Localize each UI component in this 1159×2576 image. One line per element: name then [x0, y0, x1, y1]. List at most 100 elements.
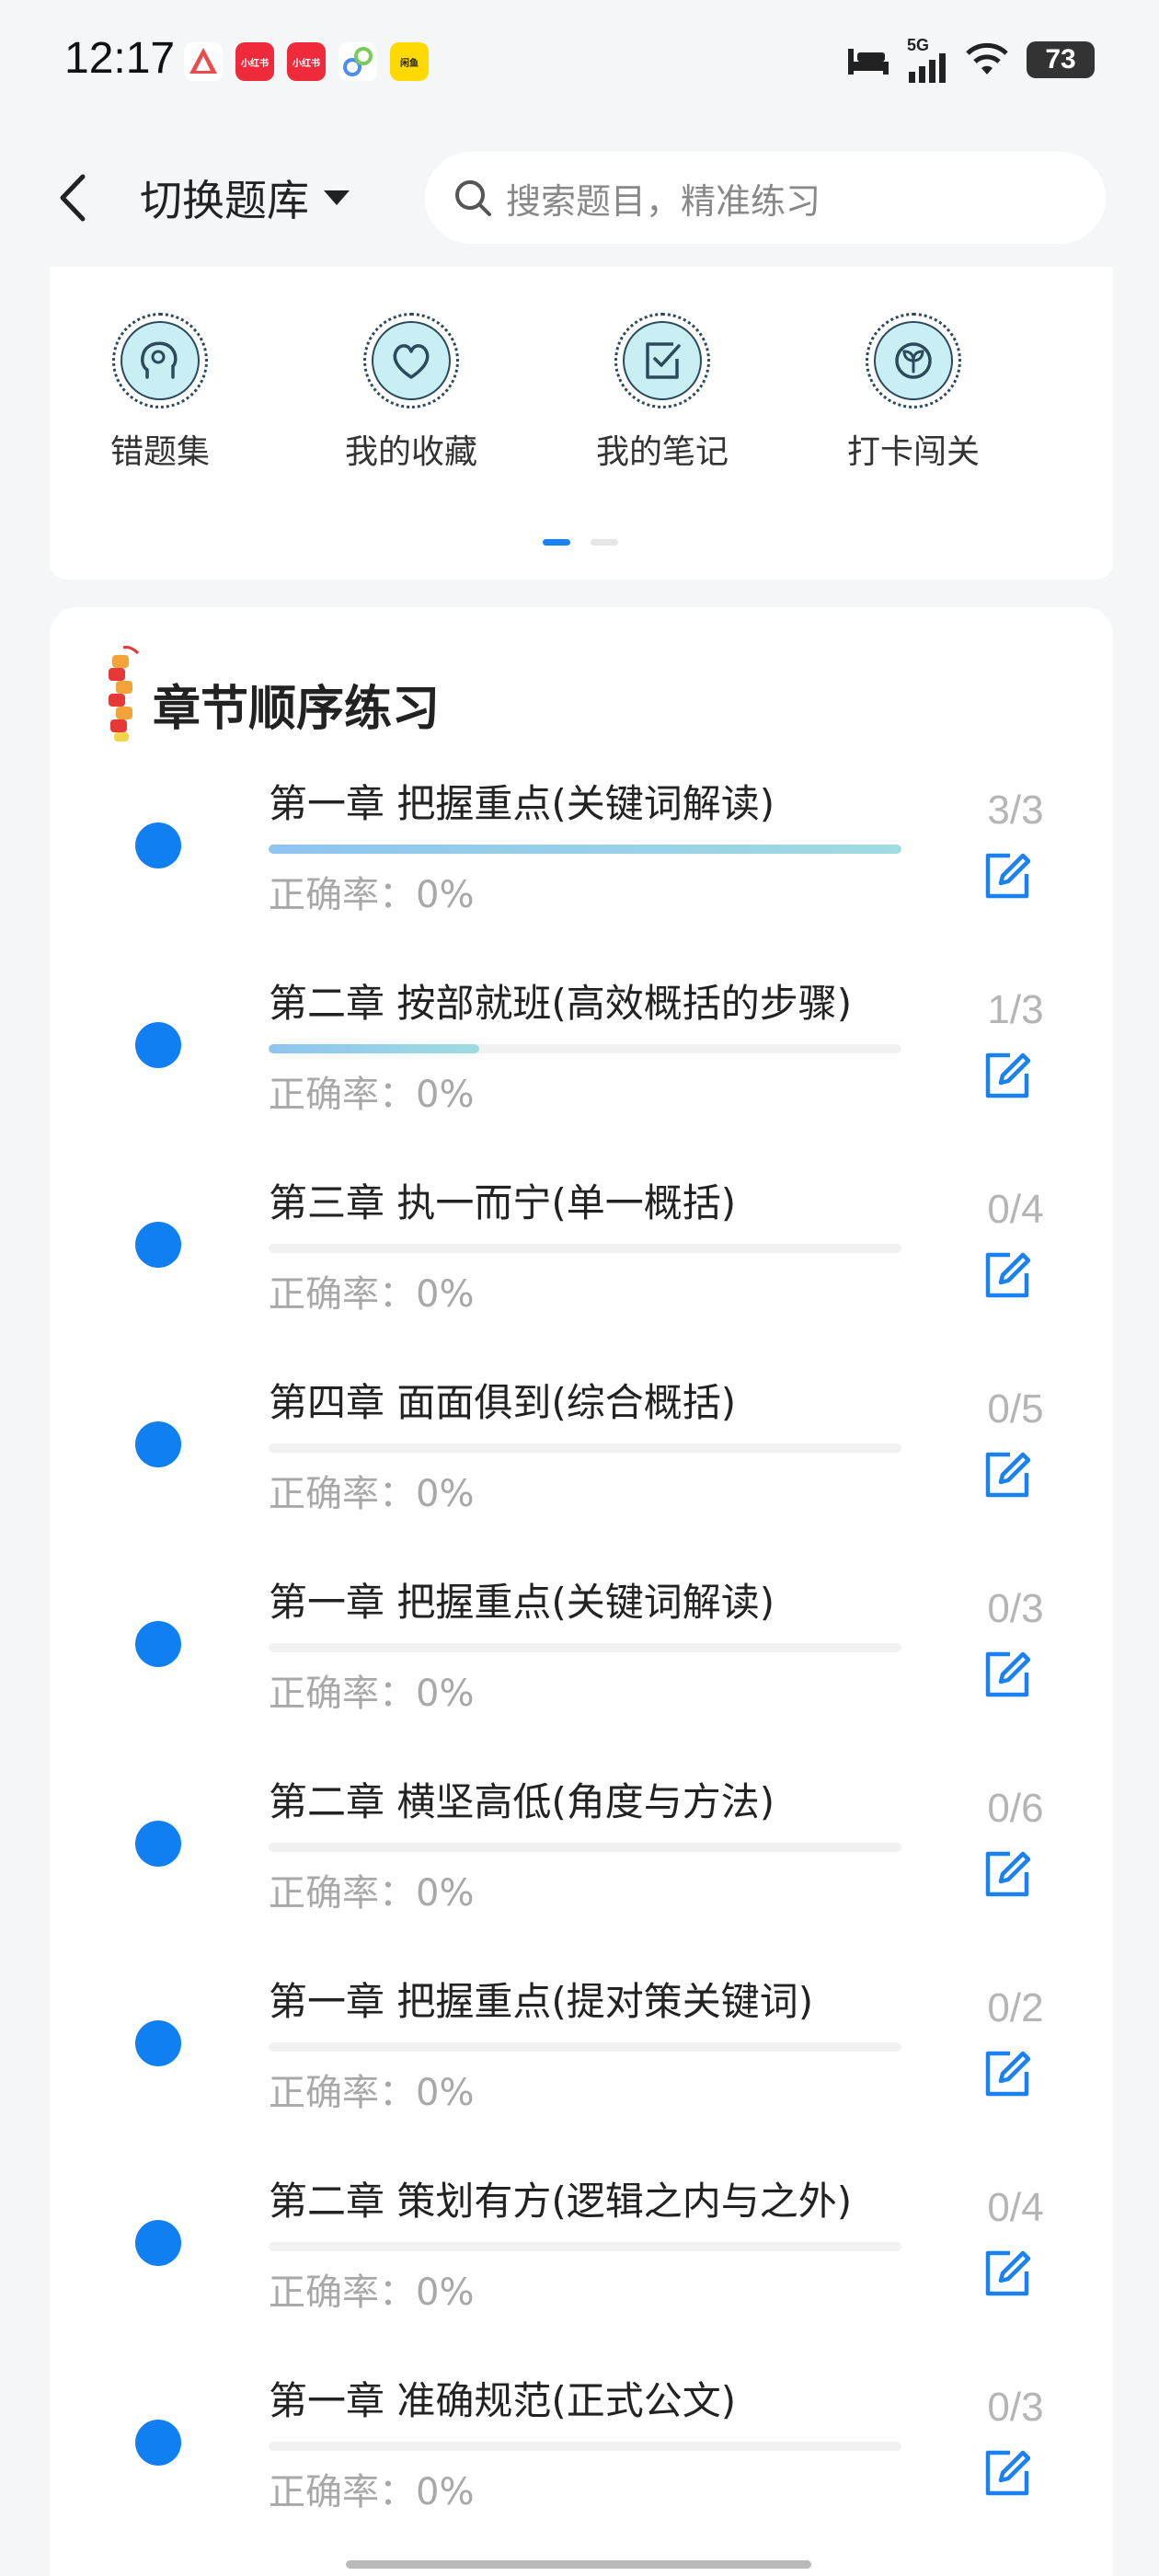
chapter-title: 第一章 把握重点(提对策关键词)	[269, 1979, 814, 2024]
chapter-title: 第一章 把握重点(关键词解读)	[269, 781, 775, 826]
chapter-title: 第一章 准确规范(正式公文)	[269, 2378, 737, 2423]
chapter-status-dot	[135, 822, 181, 868]
chapter-progress-bar	[269, 1244, 901, 1253]
notification-icons: 小红书 小红书 闲鱼	[184, 42, 429, 81]
page-dot-active	[543, 539, 570, 546]
chapter-title: 第二章 按部就班(高效概括的步骤)	[269, 981, 853, 1026]
chapter-progress-bar	[269, 2442, 901, 2451]
chapter-row[interactable]: 第二章 横坚高低(角度与方法) 正确率：0% 0/6	[50, 1771, 1113, 1971]
chapter-status-dot	[135, 2220, 181, 2266]
switch-question-bank-label: 切换题库	[140, 176, 309, 225]
chapter-row[interactable]: 第二章 策划有方(逻辑之内与之外) 正确率：0% 0/4	[50, 2170, 1113, 2370]
chapter-accuracy: 正确率：0%	[269, 1473, 475, 1515]
quick-actions-card: 错题集 我的收藏 我的笔记 打卡闯关	[50, 267, 1113, 580]
chapter-title: 第三章 执一而宁(单一概括)	[269, 1180, 737, 1225]
section-title: 章节顺序练习	[153, 682, 441, 737]
chapter-row[interactable]: 第二章 按部就班(高效概括的步骤) 正确率：0% 1/3	[50, 972, 1113, 1172]
chapter-count: 0/3	[987, 2385, 1044, 2430]
chapter-status-dot	[135, 1421, 181, 1467]
chapter-row[interactable]: 第一章 把握重点(关键词解读) 正确率：0% 3/3	[50, 773, 1113, 972]
clock: 12:17	[64, 34, 176, 83]
chapter-status-dot	[135, 2020, 181, 2066]
chapter-count: 0/5	[987, 1386, 1044, 1432]
chapter-row[interactable]: 第一章 把握重点(关键词解读) 正确率：0% 0/3	[50, 1571, 1113, 1771]
chapter-progress-bar	[269, 845, 901, 854]
edit-icon[interactable]	[981, 2445, 1036, 2501]
head-icon	[141, 341, 178, 379]
chapter-accuracy: 正确率：0%	[269, 874, 475, 916]
edit-icon[interactable]	[981, 2046, 1036, 2101]
header: 切换题库 搜索题目，精准练习	[0, 129, 1159, 267]
chapter-title: 第一章 把握重点(关键词解读)	[269, 1580, 775, 1625]
quick-action-label: 我的笔记	[595, 433, 729, 471]
chapter-status-dot	[135, 1222, 181, 1268]
chapter-accuracy: 正确率：0%	[269, 1673, 475, 1715]
firecracker-icon	[109, 646, 140, 742]
quick-action-label: 打卡闯关	[846, 433, 980, 471]
chapter-title: 第二章 横坚高低(角度与方法)	[269, 1779, 775, 1824]
edit-icon[interactable]	[981, 1248, 1036, 1303]
chapter-accuracy: 正确率：0%	[269, 1872, 475, 1915]
signal-icon: 5G	[907, 37, 947, 83]
battery-indicator: 73	[1027, 41, 1095, 78]
status-bar: 12:17 小红书 小红书 闲鱼 5G 73	[0, 0, 1159, 129]
chapter-accuracy: 正确率：0%	[269, 1273, 475, 1316]
quick-action-label: 错题集	[109, 433, 210, 471]
edit-icon[interactable]	[981, 2246, 1036, 2301]
chapter-accuracy: 正确率：0%	[269, 1074, 475, 1116]
note-check-icon	[646, 342, 681, 379]
quick-action-favorites[interactable]: 我的收藏	[319, 313, 503, 473]
chapter-count: 3/3	[987, 788, 1044, 833]
search-icon	[455, 180, 491, 216]
quick-action-label: 我的收藏	[344, 433, 477, 471]
bed-icon	[848, 49, 889, 75]
chapter-title: 第二章 策划有方(逻辑之内与之外)	[269, 2179, 853, 2224]
chapter-title: 第四章 面面俱到(综合概括)	[269, 1380, 737, 1425]
quick-action-wrong-questions[interactable]: 错题集	[68, 313, 252, 473]
edit-icon[interactable]	[981, 1048, 1036, 1103]
notification-app-icon	[184, 42, 223, 81]
chapter-accuracy: 正确率：0%	[269, 2471, 475, 2513]
home-indicator[interactable]	[346, 2560, 811, 2569]
quick-action-notes[interactable]: 我的笔记	[570, 313, 754, 473]
wifi-icon	[966, 42, 1008, 75]
chapter-count: 0/4	[987, 1187, 1044, 1232]
chapter-count: 0/3	[987, 1586, 1044, 1631]
chapter-count: 0/6	[987, 1786, 1044, 1831]
chapter-row[interactable]: 第一章 准确规范(正式公文) 正确率：0% 0/3	[50, 2370, 1113, 2570]
search-input[interactable]: 搜索题目，精准练习	[425, 152, 1106, 244]
app-icon: 闲鱼	[390, 42, 429, 81]
heart-icon	[393, 344, 430, 379]
chapter-status-dot	[135, 1621, 181, 1667]
chapter-progress-fill	[269, 1044, 480, 1053]
chapter-row[interactable]: 第一章 把握重点(提对策关键词) 正确率：0% 0/2	[50, 1971, 1113, 2170]
search-placeholder: 搜索题目，精准练习	[506, 180, 821, 222]
chapter-row[interactable]: 第三章 执一而宁(单一概括) 正确率：0% 0/4	[50, 1172, 1113, 1372]
chapter-progress-bar	[269, 2042, 901, 2052]
quick-action-checkin[interactable]: 打卡闯关	[821, 313, 1005, 473]
caret-down-icon	[324, 190, 350, 205]
page-dot	[591, 539, 618, 546]
chapter-progress-bar	[269, 1044, 901, 1053]
chapter-status-dot	[135, 1821, 181, 1867]
chapter-progress-bar	[269, 1443, 901, 1453]
xiaohongshu-icon: 小红书	[235, 42, 274, 81]
chapter-count: 1/3	[987, 987, 1044, 1032]
system-icons: 5G 73	[846, 37, 1095, 83]
chapter-status-dot	[135, 2420, 181, 2466]
app-icon	[339, 42, 377, 81]
chapter-status-dot	[135, 1022, 181, 1068]
chevron-left-icon	[60, 174, 86, 222]
back-button[interactable]	[46, 166, 101, 230]
edit-icon[interactable]	[981, 1846, 1036, 1902]
edit-icon[interactable]	[981, 1647, 1036, 1702]
switch-question-bank-button[interactable]: 切换题库	[140, 166, 351, 230]
chapter-progress-bar	[269, 1643, 901, 1652]
chapter-accuracy: 正确率：0%	[269, 2072, 475, 2114]
chapter-count: 0/4	[987, 2185, 1044, 2230]
edit-icon[interactable]	[981, 1447, 1036, 1502]
sprout-icon	[895, 342, 932, 379]
chapter-progress-fill	[269, 845, 901, 854]
edit-icon[interactable]	[981, 848, 1036, 903]
chapter-row[interactable]: 第四章 面面俱到(综合概括) 正确率：0% 0/5	[50, 1372, 1113, 1571]
